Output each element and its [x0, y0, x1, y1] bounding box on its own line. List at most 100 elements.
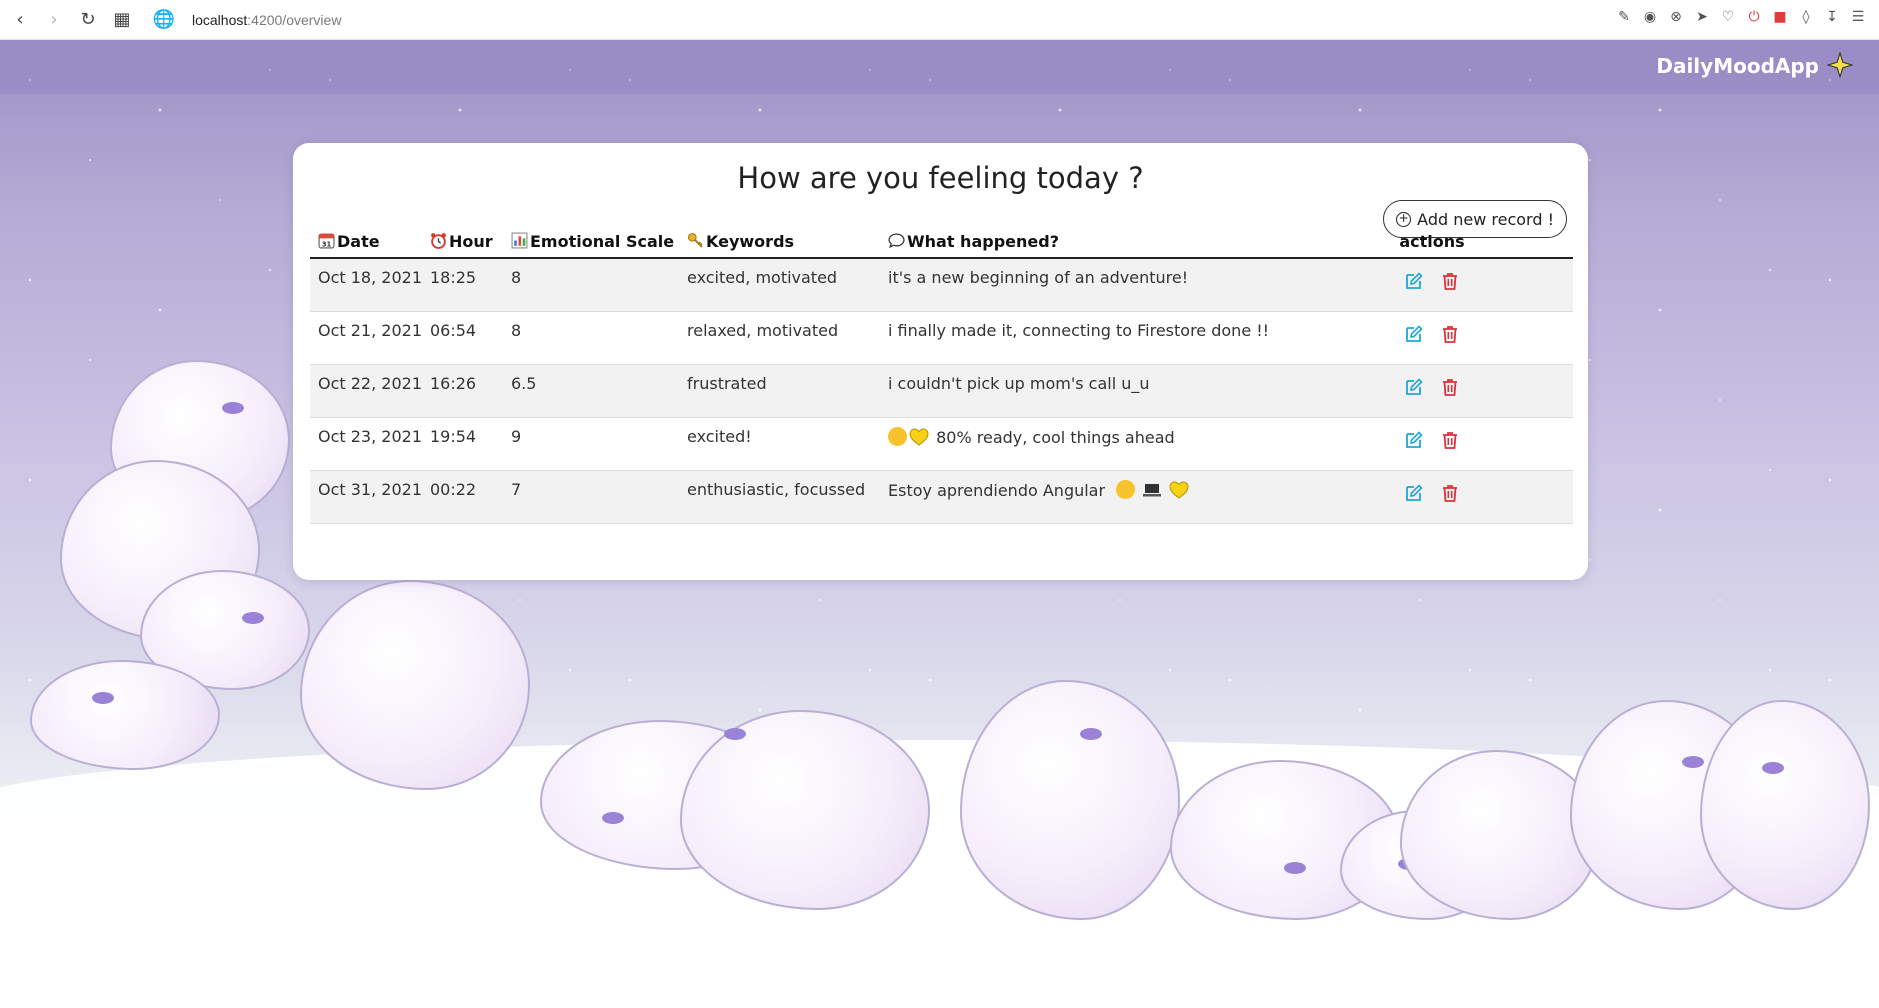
trash-icon — [1443, 272, 1457, 290]
edit-icon — [1406, 483, 1423, 501]
cell-keywords: excited! — [679, 417, 880, 471]
cell-date: Oct 22, 2021 — [310, 364, 422, 418]
calendar-icon: 31 — [318, 233, 335, 249]
trash-icon — [1443, 378, 1457, 396]
col-header-scale[interactable]: Emotional Scale — [503, 226, 679, 259]
cell-what: Estoy aprendiendo Angular — [880, 470, 1283, 524]
edit-icon — [1406, 430, 1423, 448]
cell-what: i couldn't pick up mom's call u_u — [880, 364, 1283, 418]
edit-record-button[interactable] — [1404, 430, 1424, 454]
back-icon[interactable]: ‹ — [6, 6, 34, 34]
edit-record-button[interactable] — [1404, 377, 1424, 401]
cell-actions — [1283, 470, 1573, 524]
send-icon[interactable]: ➤ — [1693, 8, 1711, 26]
delete-record-button[interactable] — [1440, 377, 1460, 401]
alarm-clock-icon — [431, 233, 446, 249]
edit-record-button[interactable] — [1404, 483, 1424, 507]
plus-circle-icon: + — [1396, 211, 1412, 227]
cell-hour: 19:54 — [422, 417, 503, 471]
camera-icon[interactable]: ◉ — [1641, 8, 1659, 26]
power-icon[interactable]: ⏻ — [1745, 8, 1763, 26]
sparkle-star-icon — [1827, 52, 1853, 78]
table-row: Oct 22, 2021 16:26 6.5 frustrated i couldn't… — [310, 364, 1573, 418]
col-header-hour[interactable]: Hour — [422, 226, 503, 259]
cell-date: Oct 21, 2021 — [310, 311, 422, 365]
trash-icon — [1443, 484, 1457, 502]
address-bar[interactable]: localhost:4200/overview — [192, 12, 341, 28]
col-header-keywords[interactable]: Keywords — [679, 226, 880, 259]
cell-date: Oct 18, 2021 — [310, 258, 422, 312]
bear-illustration — [30, 660, 220, 770]
hugging-emoji-icon — [1116, 479, 1136, 499]
cell-scale: 7 — [503, 470, 679, 524]
col-header-what[interactable]: What happened? — [880, 226, 1283, 259]
url-host: localhost — [192, 11, 248, 28]
bear-illustration — [1700, 700, 1870, 910]
tabs-grid-icon[interactable]: ▦ — [108, 6, 136, 34]
site-info-icon[interactable]: 🌐 — [150, 6, 178, 34]
cell-date: Oct 31, 2021 — [310, 470, 422, 524]
key-icon — [687, 232, 703, 248]
delete-record-button[interactable] — [1440, 271, 1460, 295]
delete-record-button[interactable] — [1440, 324, 1460, 348]
page-title: How are you feeling today ? — [737, 161, 1144, 195]
svg-text:31: 31 — [322, 240, 332, 248]
extension-icon[interactable]: ■ — [1771, 8, 1789, 26]
edit-icon — [1406, 272, 1423, 289]
bear-illustration — [1400, 750, 1600, 920]
trash-icon — [1443, 431, 1457, 449]
mood-records-table: 31 Date Hour Emotional Scale Keywords Wha… — [310, 226, 1573, 524]
col-header-scale-label: Emotional Scale — [530, 232, 675, 251]
app-header: DailyMoodApp — [0, 40, 1879, 94]
bar-chart-icon — [511, 232, 528, 249]
delete-record-button[interactable] — [1440, 430, 1460, 454]
url-path: :4200/overview — [247, 11, 342, 28]
yellow-heart-icon — [1169, 480, 1189, 499]
close-circle-icon[interactable]: ⊗ — [1667, 8, 1685, 26]
smile-emoji-icon — [888, 426, 907, 446]
cell-actions — [1283, 364, 1573, 418]
forward-icon[interactable]: › — [40, 6, 68, 34]
col-header-date[interactable]: 31 Date — [310, 226, 422, 259]
menu-icon[interactable]: ☰ — [1849, 8, 1867, 26]
reload-icon[interactable]: ↻ — [74, 6, 102, 34]
bear-illustration — [960, 680, 1180, 920]
col-header-keywords-label: Keywords — [706, 232, 795, 251]
cell-keywords: excited, motivated — [679, 258, 880, 312]
delete-record-button[interactable] — [1440, 483, 1460, 507]
col-header-actions: actions — [1283, 226, 1573, 259]
col-header-what-label: What happened? — [907, 232, 1059, 251]
browser-toolbar: ‹ › ↻ ▦ 🌐 localhost:4200/overview ✎ ◉ ⊗ … — [0, 0, 1879, 40]
cell-hour: 16:26 — [422, 364, 503, 418]
cell-date: Oct 23, 2021 — [310, 417, 422, 471]
cell-what: it's a new beginning of an adventure! — [880, 258, 1283, 312]
table-row: Oct 18, 2021 18:25 8 excited, motivated it's… — [310, 258, 1573, 312]
app-brand[interactable]: DailyMoodApp — [1656, 54, 1819, 78]
cell-scale: 6.5 — [503, 364, 679, 418]
cube-icon[interactable]: ◊ — [1797, 8, 1815, 26]
mood-records-card: How are you feeling today ? + Add new re… — [293, 143, 1588, 580]
table-row: Oct 23, 2021 19:54 9 excited! 80% ready, co… — [310, 417, 1573, 471]
table-row: Oct 21, 2021 06:54 8 relaxed, motivated i fi… — [310, 311, 1573, 365]
cell-keywords: relaxed, motivated — [679, 311, 880, 365]
cell-what-text: Estoy aprendiendo Angular — [888, 480, 1106, 500]
cell-actions — [1283, 258, 1573, 312]
cell-what-text: 80% ready, cool things ahead — [936, 427, 1175, 447]
table-row: Oct 31, 2021 00:22 7 enthusiastic, focussed… — [310, 470, 1573, 524]
cell-hour: 18:25 — [422, 258, 503, 312]
col-header-hour-label: Hour — [449, 232, 493, 251]
col-header-date-label: Date — [337, 232, 380, 251]
edit-record-button[interactable] — [1404, 271, 1424, 295]
cell-what: i finally made it, connecting to Firesto… — [880, 311, 1283, 365]
trash-icon — [1443, 325, 1457, 343]
cell-keywords: frustrated — [679, 364, 880, 418]
edit-icon — [1406, 324, 1423, 342]
edit-icon — [1406, 377, 1423, 395]
yellow-heart-icon — [909, 427, 929, 446]
download-icon[interactable]: ↧ — [1823, 8, 1841, 26]
edit-record-button[interactable] — [1404, 324, 1424, 348]
heart-icon[interactable]: ♡ — [1719, 8, 1737, 26]
speech-bubble-icon — [888, 233, 905, 249]
edit-page-icon[interactable]: ✎ — [1615, 8, 1633, 26]
laptop-icon — [1143, 483, 1162, 496]
